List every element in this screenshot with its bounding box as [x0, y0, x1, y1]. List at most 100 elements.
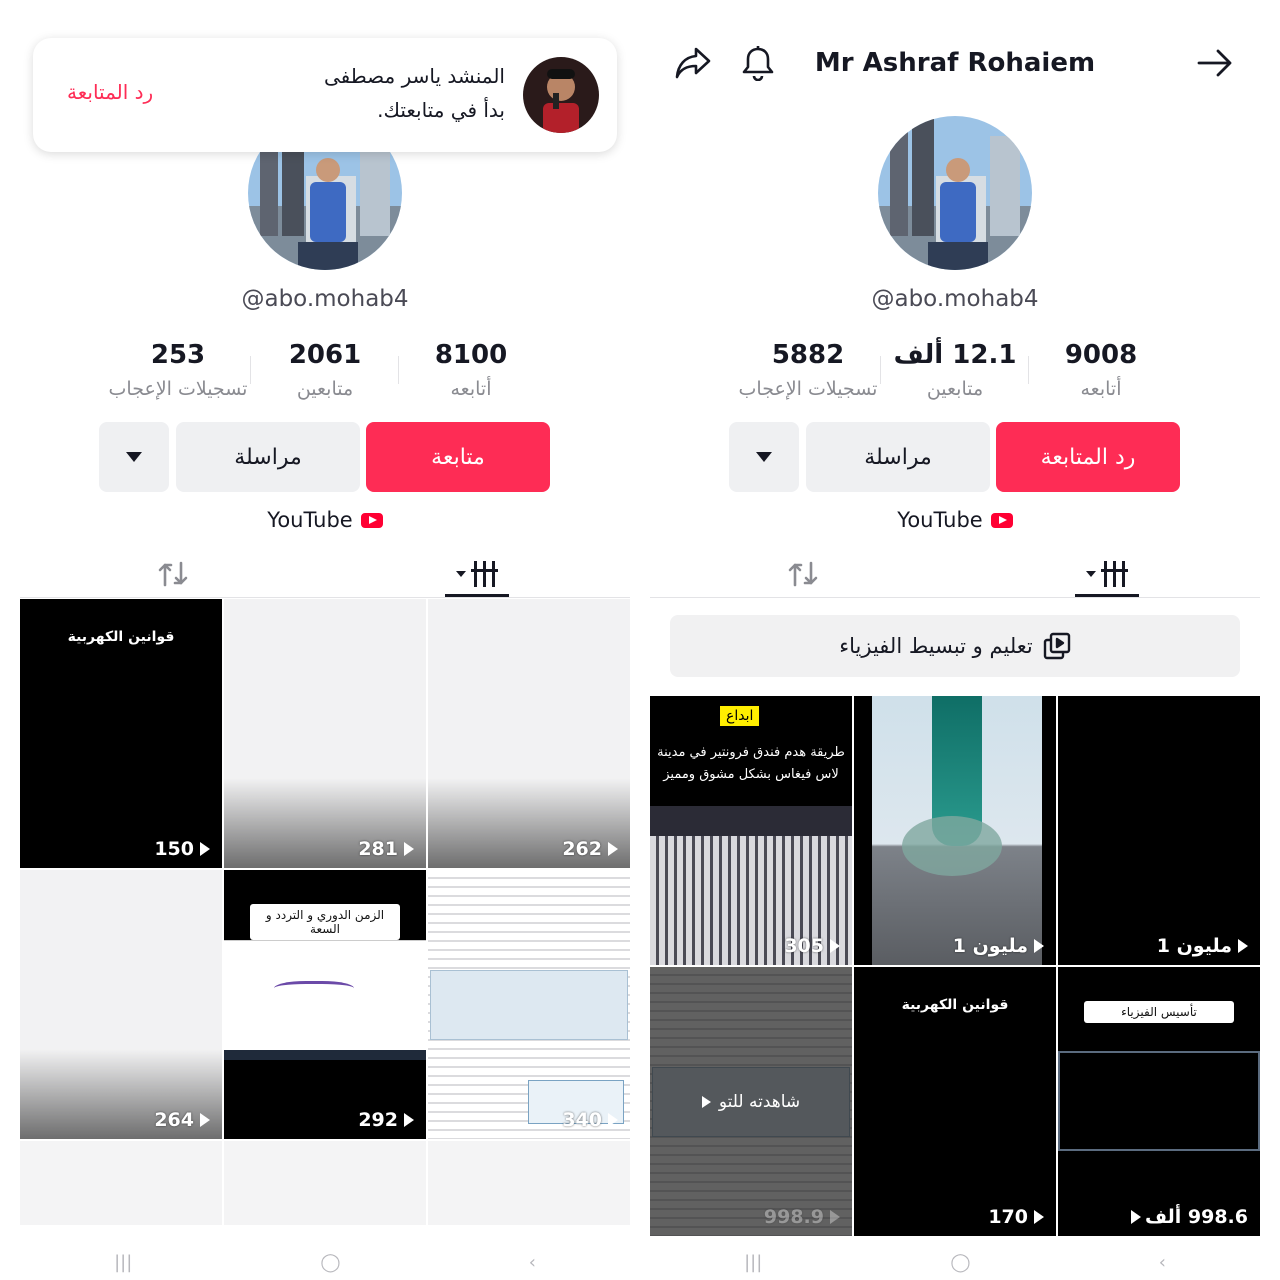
more-dropdown-button[interactable]: [99, 422, 169, 492]
view-count: 262: [562, 838, 618, 860]
video-thumbnail[interactable]: 1 مليون: [854, 696, 1056, 965]
stat-following-value: 9008: [1064, 340, 1138, 370]
grid-icon: [456, 561, 498, 587]
notification-sender: المنشد ياسر مصطفى: [323, 64, 505, 88]
profile-username: @abo.mohab4: [241, 286, 409, 312]
playlist-card[interactable]: تعليم و تبسيط الفيزياء: [670, 615, 1240, 677]
more-dropdown-button[interactable]: [729, 422, 799, 492]
stat-likes: 5882 تسجيلات الإعجاب: [728, 340, 888, 400]
video-title: الزمن الدوري و التردد و السعة: [250, 904, 400, 940]
stat-followers[interactable]: 2061 متابعين: [245, 340, 405, 400]
chevron-down-icon: [756, 452, 772, 462]
play-icon: [1131, 1210, 1141, 1224]
stat-likes-value: 253: [150, 340, 206, 370]
video-thumbnail[interactable]: شاهدته للتو 998.9: [650, 967, 852, 1236]
video-thumbnail[interactable]: ابداع طريقة هدم فندق فرونتير في مدينة لا…: [650, 696, 852, 965]
tab-divider: [20, 597, 630, 598]
home-icon[interactable]: ◯: [320, 1252, 340, 1273]
stat-following-label: أتابعه: [1080, 378, 1122, 400]
video-title: قوانين الكهربية: [67, 629, 175, 645]
play-icon: [830, 1210, 840, 1224]
youtube-link-label: YouTube: [897, 508, 983, 532]
video-thumbnail[interactable]: 1 مليون: [1058, 696, 1260, 965]
view-count: 305: [784, 935, 840, 957]
profile-avatar[interactable]: [878, 116, 1032, 270]
home-icon[interactable]: ◯: [950, 1252, 970, 1273]
grid-icon: [1086, 561, 1128, 587]
view-count-value: 262: [562, 838, 602, 860]
follow-button[interactable]: متابعة: [366, 422, 550, 492]
video-grid: قوانين الكهربية 150 281 262 264 الزمن ال…: [20, 599, 630, 1225]
follow-notification[interactable]: المنشد ياسر مصطفى بدأ في متابعتك. رد الم…: [33, 38, 617, 152]
view-count-value: 170: [988, 1206, 1028, 1228]
video-thumbnail[interactable]: [20, 1141, 222, 1225]
play-icon: [200, 1113, 210, 1127]
back-icon[interactable]: ‹: [529, 1252, 536, 1273]
recents-icon[interactable]: |||: [744, 1252, 762, 1273]
stat-following[interactable]: 8100 أتابعه: [391, 340, 551, 400]
video-title: تأسيس الفيزياء: [1084, 1001, 1234, 1023]
chevron-down-icon: [126, 452, 142, 462]
video-caption: طريقة هدم فندق فرونتير في مدينة لاس فيغا…: [657, 745, 845, 782]
stat-followers-value: 12.1 ألف: [893, 340, 1017, 370]
page-title: Mr Ashraf Rohaiem: [814, 48, 1096, 78]
stat-likes-value: 5882: [771, 340, 845, 370]
view-count-value: 998.9: [763, 1206, 824, 1228]
view-count-value: 340: [562, 1109, 602, 1131]
playlist-icon: [1043, 632, 1070, 660]
system-nav-bar: ||| ◯ ‹: [20, 1246, 630, 1280]
stat-followers-value: 2061: [288, 340, 362, 370]
tab-reposts[interactable]: [150, 550, 196, 598]
back-button[interactable]: [1196, 44, 1234, 82]
tab-reposts[interactable]: [780, 550, 826, 598]
recents-icon[interactable]: |||: [114, 1252, 132, 1273]
tab-videos[interactable]: [1070, 550, 1146, 598]
follow-back-link[interactable]: رد المتابعة: [67, 80, 153, 104]
video-thumbnail[interactable]: الزمن الدوري و التردد و السعة 292: [224, 870, 426, 1139]
tab-videos[interactable]: [440, 550, 516, 598]
tab-divider: [650, 597, 1260, 598]
video-thumbnail[interactable]: 281: [224, 599, 426, 868]
view-count-value: 305: [784, 935, 824, 957]
play-icon: [1034, 939, 1044, 953]
left-profile-screen: @abo.mohab4 8100 أتابعه 2061 متابعين 253…: [20, 18, 630, 1280]
back-icon[interactable]: ‹: [1159, 1252, 1166, 1273]
stat-likes-label: تسجيلات الإعجاب: [738, 378, 878, 400]
view-count: 292: [358, 1109, 414, 1131]
video-thumbnail[interactable]: 264: [20, 870, 222, 1139]
stat-followers-label: متابعين: [296, 378, 354, 400]
system-nav-bar: ||| ◯ ‹: [650, 1246, 1260, 1280]
watched-label: شاهدته للتو: [718, 1091, 801, 1112]
video-thumbnail[interactable]: قوانين الكهربية 150: [20, 599, 222, 868]
video-badge: ابداع: [720, 706, 760, 726]
view-count: 1 مليون: [953, 935, 1044, 957]
playlist-title: تعليم و تبسيط الفيزياء: [839, 634, 1033, 658]
repost-icon: [788, 561, 818, 587]
play-icon: [404, 842, 414, 856]
stat-following[interactable]: 9008 أتابعه: [1021, 340, 1181, 400]
video-thumbnail[interactable]: قوانين الكهربية 170: [854, 967, 1056, 1236]
view-count: 170: [988, 1206, 1044, 1228]
youtube-link[interactable]: YouTube: [20, 508, 630, 532]
thumbnail-figures: [430, 970, 628, 1040]
video-thumbnail[interactable]: [428, 1141, 630, 1225]
video-thumbnail[interactable]: [224, 1141, 426, 1225]
video-thumbnail[interactable]: تأسيس الفيزياء 998.6 ألف: [1058, 967, 1260, 1236]
view-count-value: 1 مليون: [1156, 935, 1232, 957]
view-count-value: 264: [154, 1109, 194, 1131]
play-icon: [200, 842, 210, 856]
message-button[interactable]: مراسلة: [176, 422, 360, 492]
view-count: 281: [358, 838, 414, 860]
repost-icon: [158, 561, 188, 587]
notification-avatar: [523, 57, 599, 133]
youtube-link[interactable]: YouTube: [650, 508, 1260, 532]
stat-following-label: أتابعه: [450, 378, 492, 400]
watched-overlay: شاهدته للتو: [650, 967, 852, 1236]
video-title: قوانين الكهربية: [901, 997, 1009, 1013]
video-thumbnail[interactable]: 262: [428, 599, 630, 868]
video-thumbnail[interactable]: 340: [428, 870, 630, 1139]
follow-back-button[interactable]: رد المتابعة: [996, 422, 1180, 492]
stat-followers[interactable]: 12.1 ألف متابعين: [875, 340, 1035, 400]
message-button[interactable]: مراسلة: [806, 422, 990, 492]
play-icon: [608, 842, 618, 856]
